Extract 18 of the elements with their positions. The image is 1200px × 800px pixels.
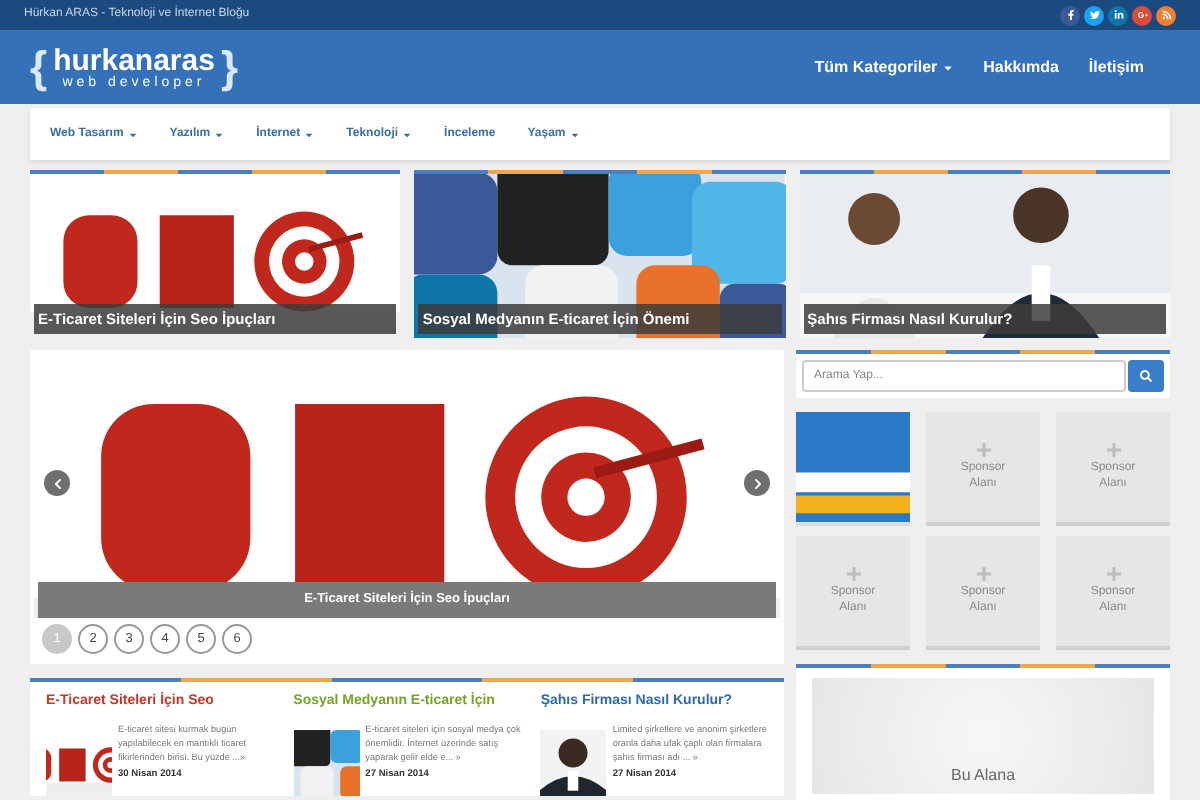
nav-link[interactable]: Tüm Kategoriler (814, 55, 954, 79)
chevron-right-icon (751, 477, 763, 489)
nav-link[interactable]: İletişim (1088, 55, 1144, 79)
plus-icon (975, 566, 991, 582)
linkedin-icon[interactable] (1108, 5, 1128, 25)
chevron-left-icon (51, 477, 63, 489)
twitter-icon[interactable] (1084, 5, 1104, 25)
nav-link[interactable]: Hakkımda (983, 55, 1059, 79)
ad-text: Bu Alana (950, 764, 1016, 788)
plus-icon (845, 566, 861, 582)
facebook-icon[interactable] (1060, 5, 1080, 25)
plus-icon (975, 442, 991, 458)
plus-icon (1105, 566, 1121, 582)
search-button[interactable] (1128, 360, 1164, 392)
rss-icon[interactable] (1156, 5, 1176, 25)
plus-icon (1105, 442, 1121, 458)
search-icon (1140, 370, 1152, 382)
googleplus-icon[interactable] (1132, 5, 1152, 25)
